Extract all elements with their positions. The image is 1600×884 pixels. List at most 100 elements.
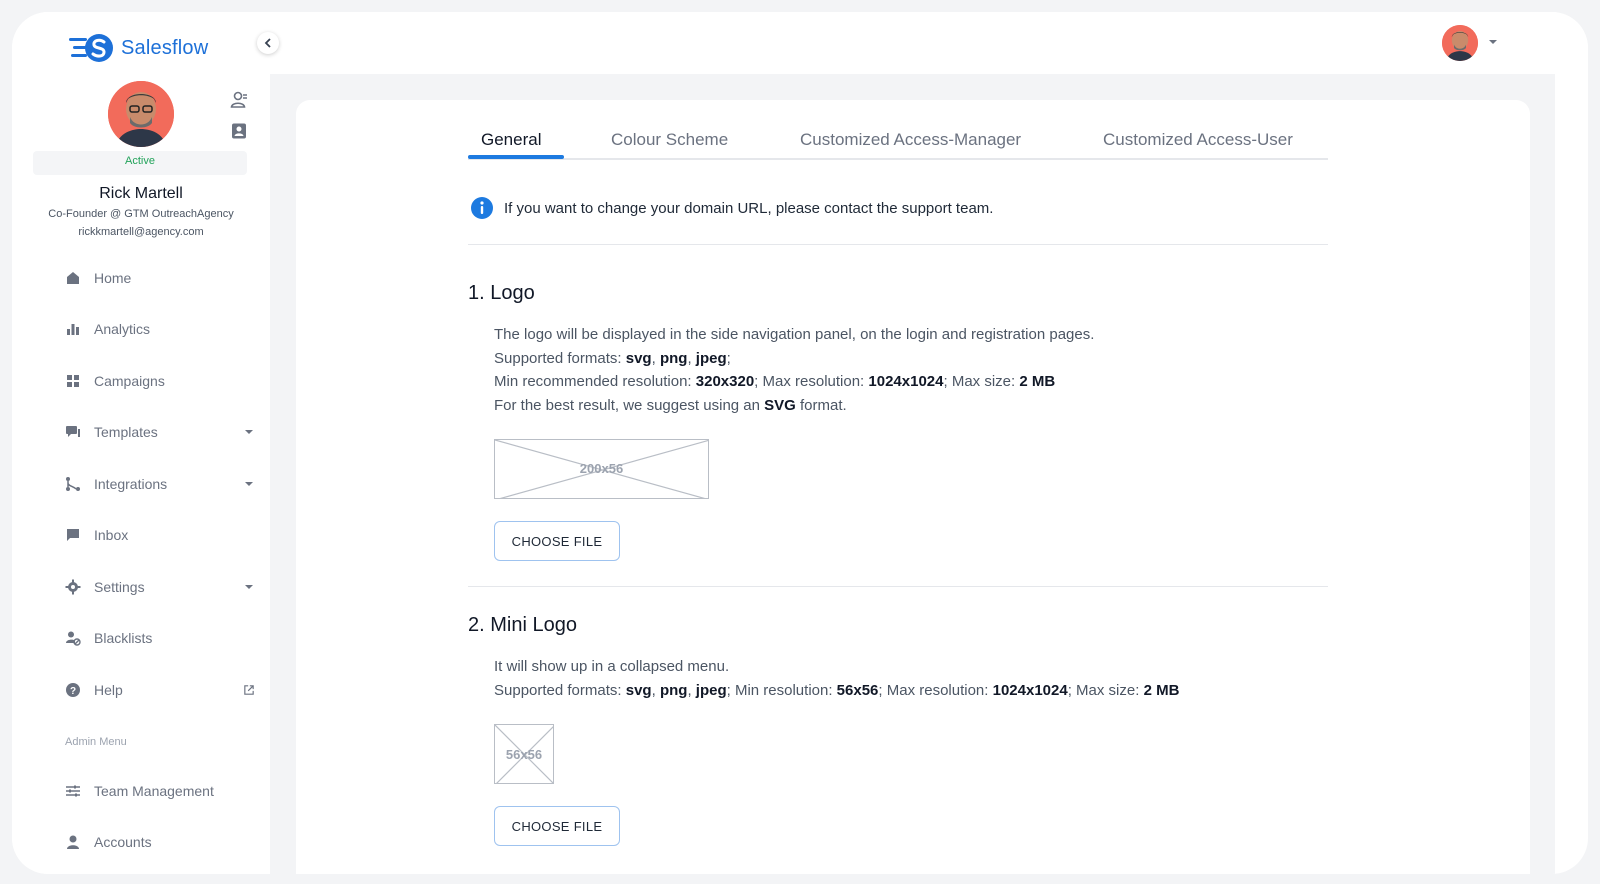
mini-logo-desc-line: It will show up in a collapsed menu.: [494, 658, 730, 675]
sidebar-item-label: Settings: [94, 579, 145, 595]
user-role: Co-Founder @ GTM OutreachAgency: [48, 208, 234, 220]
sidebar-item-settings[interactable]: Settings: [64, 573, 254, 601]
avatar[interactable]: [108, 81, 174, 147]
min-label: ; Min resolution:: [726, 681, 837, 699]
user-portrait-icon: [1442, 25, 1478, 61]
tab-general[interactable]: General: [481, 128, 541, 172]
status-badge: Active: [125, 155, 155, 167]
chevron-down-icon: [244, 582, 254, 592]
sidebar-item-analytics[interactable]: Analytics: [64, 315, 254, 343]
logo-preview-placeholder: 200x56: [494, 439, 709, 499]
format-svg: svg: [625, 681, 652, 699]
integration-icon: [64, 475, 82, 493]
svg-text:?: ?: [70, 686, 76, 697]
size-value: 2 MB: [1019, 373, 1056, 390]
help-icon: ?: [64, 681, 82, 699]
user-blocked-icon: [64, 629, 82, 647]
sidebar-item-campaigns[interactable]: Campaigns: [64, 367, 254, 395]
app-window: Salesflow Active Rick Martell Co-Founder…: [12, 12, 1588, 874]
sliders-icon: [64, 782, 82, 800]
user-switch-icon[interactable]: [230, 91, 248, 109]
grid-icon: [64, 372, 82, 390]
sidebar-item-help[interactable]: ? Help: [64, 676, 254, 704]
tab-access-user[interactable]: Customized Access-User: [1103, 128, 1293, 172]
sidebar-item-label: Inbox: [94, 527, 129, 543]
formats-label: Supported formats:: [494, 681, 626, 699]
salesflow-logo-icon: [69, 34, 113, 62]
sidebar-item-label: Analytics: [94, 321, 151, 337]
sidebar-item-label: Accounts: [94, 834, 152, 850]
sidebar-item-templates[interactable]: Templates: [64, 418, 254, 446]
logo-desc-line: The logo will be displayed in the side n…: [494, 326, 1095, 343]
gear-icon: [64, 578, 82, 596]
sidebar-item-integrations[interactable]: Integrations: [64, 470, 254, 498]
user-portrait-icon: [108, 81, 174, 147]
tab-bar: General Colour Scheme Customized Access-…: [468, 116, 1328, 160]
formats-label: Supported formats:: [494, 349, 626, 367]
external-link-icon: [244, 685, 254, 695]
sidebar-item-team-management[interactable]: Team Management: [64, 777, 254, 805]
size-label: ; Max size:: [943, 373, 1020, 390]
logo-formats: Supported formats: svg, png, jpeg;: [494, 349, 731, 367]
sidebar: Salesflow Active Rick Martell Co-Founder…: [12, 12, 270, 874]
chevron-left-icon: [264, 38, 271, 48]
max-label: ; Max resolution:: [878, 681, 993, 699]
sidebar-item-blacklists[interactable]: Blacklists: [64, 624, 254, 652]
tab-colour-scheme[interactable]: Colour Scheme: [611, 128, 728, 172]
sidebar-item-home[interactable]: Home: [64, 264, 254, 292]
bar-chart-icon: [64, 320, 82, 338]
min-value: 320x320: [695, 373, 755, 390]
user-name: Rick Martell: [99, 185, 183, 202]
profile-card: Active: [33, 79, 247, 175]
user-icon: [64, 833, 82, 851]
home-icon: [64, 269, 82, 287]
format-svg: svg: [625, 349, 652, 367]
mini-logo-formats: Supported formats: svg, png, jpeg; Min r…: [494, 681, 1180, 699]
tab-access-manager[interactable]: Customized Access-Manager: [800, 128, 1021, 172]
info-icon: [471, 197, 493, 219]
sidebar-item-label: Integrations: [94, 476, 168, 492]
max-label: ; Max resolution:: [754, 373, 869, 390]
logo-choose-file-button[interactable]: CHOOSE FILE: [494, 521, 620, 561]
collapse-sidebar-button[interactable]: [257, 32, 279, 54]
inbox-icon: [64, 526, 82, 544]
placeholder-label: 56x56: [505, 747, 543, 762]
logo-best-result: For the best result, we suggest using an…: [494, 394, 1094, 418]
divider: [468, 244, 1328, 245]
placeholder-label: 200x56: [579, 461, 624, 476]
section-title-mini-logo: 2. Mini Logo: [468, 614, 577, 636]
section-title-logo: 1. Logo: [468, 282, 535, 304]
best-value: SVG: [764, 396, 796, 414]
sidebar-item-label: Home: [94, 270, 132, 286]
min-value: 56x56: [836, 681, 879, 699]
contact-card-icon[interactable]: [230, 122, 248, 140]
info-text: If you want to change your domain URL, p…: [504, 199, 994, 217]
sidebar-item-inbox[interactable]: Inbox: [64, 521, 254, 549]
brand-name: Salesflow: [121, 36, 209, 59]
brand-logo[interactable]: Salesflow: [69, 32, 208, 64]
size-label: ; Max size:: [1067, 681, 1144, 699]
sidebar-item-label: Campaigns: [94, 373, 165, 389]
sidebar-item-label: Templates: [94, 424, 158, 440]
best-suffix: format.: [795, 396, 847, 414]
format-png: png: [659, 681, 688, 699]
chat-bubbles-icon: [64, 423, 82, 441]
chevron-down-icon: [244, 479, 254, 489]
sidebar-item-accounts[interactable]: Accounts: [64, 828, 254, 856]
mini-logo-preview-placeholder: 56x56: [494, 724, 554, 784]
best-prefix: For the best result, we suggest using an: [494, 396, 765, 414]
account-menu-caret-icon[interactable]: [1488, 39, 1498, 45]
logo-description: The logo will be displayed in the side n…: [494, 323, 1094, 417]
divider: [468, 586, 1328, 587]
sidebar-item-label: Help: [94, 682, 123, 698]
size-value: 2 MB: [1143, 681, 1180, 699]
logo-resolution: Min recommended resolution: 320x320; Max…: [494, 370, 1094, 394]
user-email: rickkmartell@agency.com: [78, 226, 204, 238]
format-jpeg: jpeg: [695, 681, 727, 699]
sidebar-item-label: Blacklists: [94, 630, 153, 646]
mini-logo-choose-file-button[interactable]: CHOOSE FILE: [494, 806, 620, 846]
top-bar: [270, 12, 1588, 74]
max-value: 1024x1024: [868, 373, 944, 390]
format-jpeg: jpeg: [695, 349, 727, 367]
account-avatar[interactable]: [1442, 25, 1478, 61]
